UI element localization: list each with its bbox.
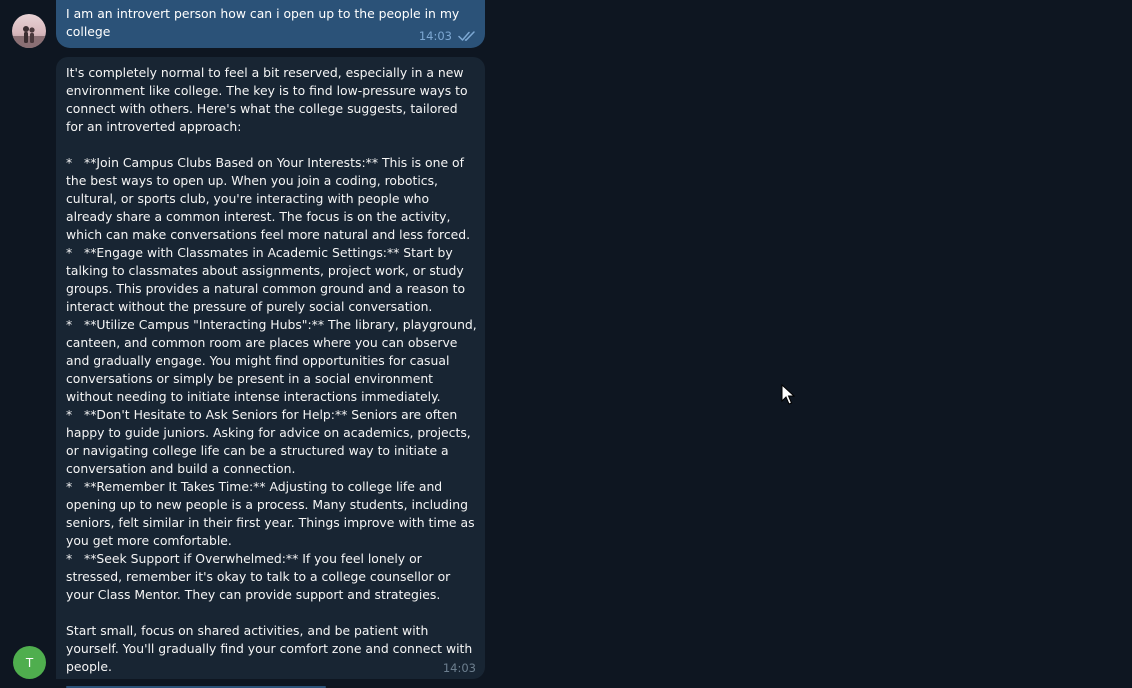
outgoing-message-time: 14:03 xyxy=(418,29,452,43)
user-avatar-photo xyxy=(12,26,46,48)
outgoing-message-bubble[interactable]: I am an introvert person how can i open … xyxy=(56,0,485,48)
chat-history: I am an introvert person how can i open … xyxy=(0,0,1132,688)
bot-avatar-initial: T xyxy=(25,655,34,670)
outgoing-message-text: I am an introvert person how can i open … xyxy=(66,6,460,39)
bot-avatar[interactable]: T xyxy=(13,646,46,679)
incoming-message-bubble[interactable]: It's completely normal to feel a bit res… xyxy=(56,57,485,679)
user-avatar[interactable] xyxy=(12,14,46,48)
double-check-icon xyxy=(458,31,475,41)
incoming-message-time: 14:03 xyxy=(442,661,476,675)
incoming-message-text: It's completely normal to feel a bit res… xyxy=(66,65,477,674)
mouse-cursor-icon xyxy=(781,384,795,405)
